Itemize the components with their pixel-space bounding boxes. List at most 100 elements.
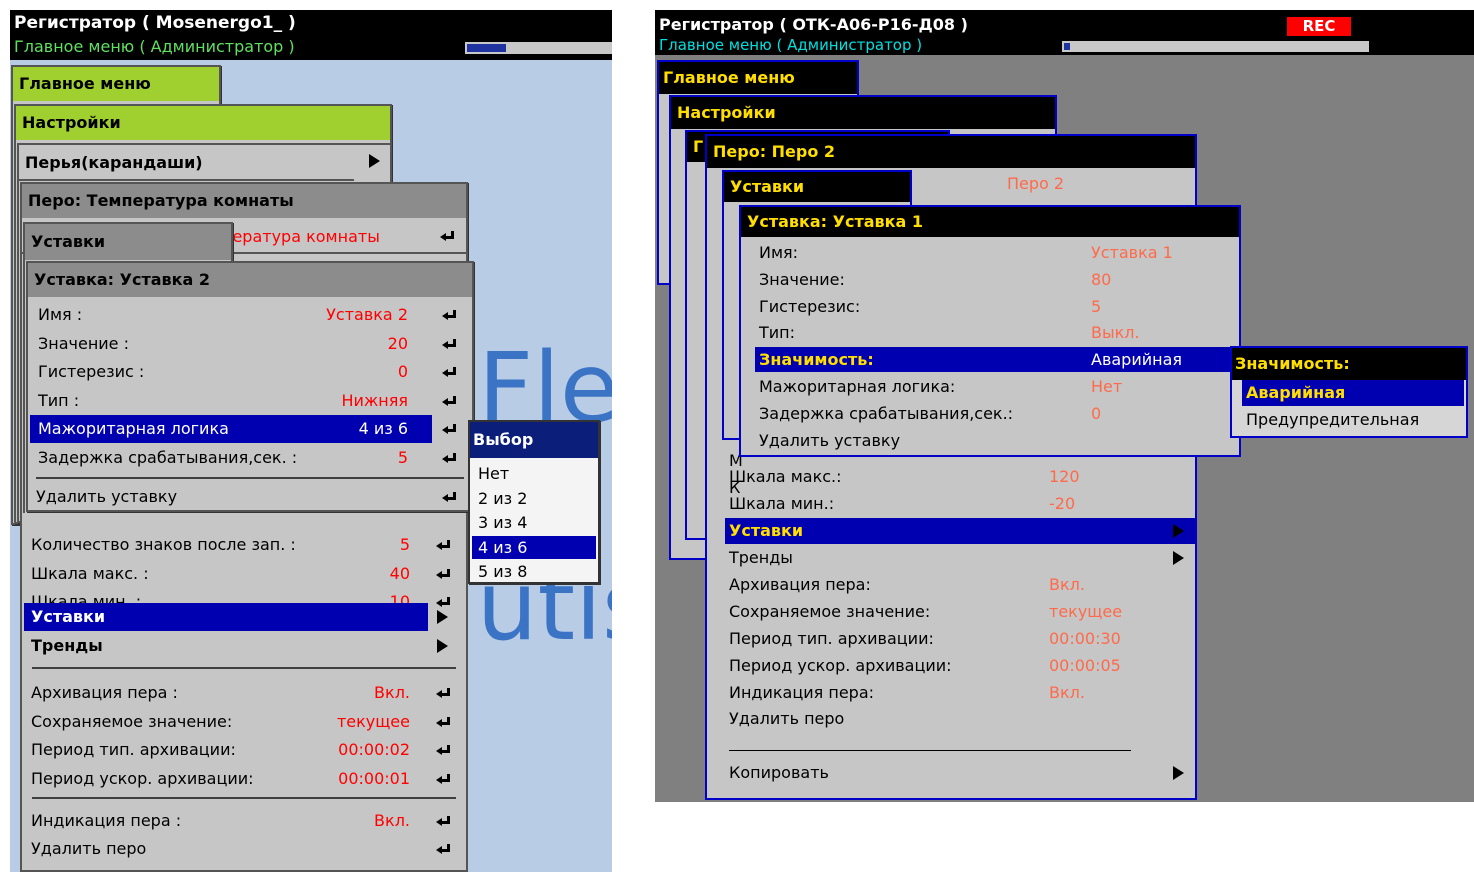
left-setpoint-row[interactable]: Гистерезис : 0 xyxy=(30,358,432,386)
right-pen-property-row[interactable]: Период ускор. архивации: 00:00:05 xyxy=(725,653,1195,679)
left-pen-property-row[interactable]: Сохраняемое значение: текущее xyxy=(22,708,466,736)
right-importance-option-label: Аварийная xyxy=(1246,383,1346,402)
right-recorder-screen: Регистратор ( ОТК-А06-Р16-Д08 ) Главное … xyxy=(655,10,1474,802)
left-choice-title: Выбор xyxy=(470,422,598,458)
left-choice-option-label: 3 из 4 xyxy=(478,513,528,532)
left-header: Регистратор ( Mosenergo1_ ) Главное меню… xyxy=(10,10,612,60)
left-setpoint-row[interactable]: Значение : 20 xyxy=(30,330,432,358)
right-setpoint-window: Уставка: Уставка 1 Имя: Уставка 1 Значение… xyxy=(739,205,1241,457)
left-submenu-trends-row[interactable]: Тренды xyxy=(24,632,428,660)
right-setpoint-row[interactable]: Имя: Уставка 1 xyxy=(755,240,1233,265)
left-choice-popup: Выбор Нет 2 из 2 3 из 4 4 из 6 5 из 8 xyxy=(468,420,600,584)
left-pen-property-row[interactable]: Индикация пера : Вкл. xyxy=(22,807,466,835)
right-pen-property-value: -20 xyxy=(1049,494,1076,513)
left-pen-property-value: Вкл. xyxy=(374,683,410,702)
left-header-subtitle: Главное меню ( Администратор ) xyxy=(14,37,295,56)
right-header: Регистратор ( ОТК-А06-Р16-Д08 ) Главное … xyxy=(655,10,1474,55)
left-pens-title[interactable]: Перья(карандаши) xyxy=(19,145,354,181)
left-submenu-setpoints-row[interactable]: Уставки xyxy=(24,603,428,631)
left-setpoint-title: Уставка: Уставка 2 xyxy=(28,263,472,297)
left-setpoints-title: Уставки xyxy=(25,224,231,260)
right-setpoint-row[interactable]: Значение: 80 xyxy=(755,267,1233,292)
enter-icon xyxy=(442,395,456,407)
left-pen-property-row[interactable]: Период ускор. архивации: 00:00:01 xyxy=(22,765,466,793)
right-setpoint-row[interactable]: Мажоритарная логика: Нет xyxy=(755,374,1233,399)
left-choice-option[interactable]: 3 из 4 xyxy=(472,511,596,534)
right-setpoint-row-label: Удалить уставку xyxy=(759,430,901,450)
right-importance-option[interactable]: Аварийная xyxy=(1242,380,1464,406)
left-choice-option[interactable]: 2 из 2 xyxy=(472,487,596,510)
left-setpoint-row-value: Нижняя xyxy=(341,390,408,410)
left-pen-property-row[interactable]: Архивация пера : Вкл. xyxy=(22,679,466,707)
right-pen-property-value: Вкл. xyxy=(1049,575,1085,594)
right-pen-property-row[interactable]: Сохраняемое значение: текущее xyxy=(725,599,1195,625)
right-pen-property-row[interactable]: Индикация пера: Вкл. xyxy=(725,680,1195,706)
right-pen-property-row[interactable]: Период тип. архивации: 00:00:30 xyxy=(725,626,1195,652)
left-delete-setpoint-row[interactable]: Удалить уставку xyxy=(28,483,472,511)
right-pen-property-label: Шкала мин.: xyxy=(729,494,835,513)
right-pen-property-row[interactable]: Архивация пера: Вкл. xyxy=(725,572,1195,598)
left-setpoint-row-value: 0 xyxy=(397,362,408,381)
right-setpoint-row[interactable]: Тип: Выкл. xyxy=(755,320,1233,345)
left-setpoint-row[interactable]: Задержка срабатывания,сек. :5 xyxy=(30,444,432,472)
left-choice-option[interactable]: 4 из 6 xyxy=(472,535,596,559)
enter-icon xyxy=(442,452,456,464)
right-setpoint-row-value: 0 xyxy=(1091,403,1102,423)
right-pen-property-row[interactable]: Шкала макс.: 120 xyxy=(725,464,1195,490)
right-pen-separator xyxy=(729,750,1131,751)
right-pen-property-value: 00:00:05 xyxy=(1049,656,1121,675)
right-setpoints-title: Уставки xyxy=(724,172,910,202)
right-setpoint-row-value: Выкл. xyxy=(1091,323,1140,343)
left-pen-property-row[interactable]: Количество знаков после зап. :5 xyxy=(22,531,466,559)
right-delete-pen-row[interactable]: Удалить перо xyxy=(725,706,1195,732)
right-submenu-trends-row[interactable]: Тренды xyxy=(725,545,1195,571)
right-importance-option[interactable]: Предупредительная xyxy=(1242,407,1464,433)
enter-icon xyxy=(442,338,456,350)
right-pen-property-label: Архивация пера: xyxy=(729,575,871,594)
right-setpoint-row[interactable]: Значимость: Аварийная xyxy=(755,347,1233,373)
enter-icon xyxy=(442,424,456,435)
right-rec-indicator: REC xyxy=(1287,17,1351,36)
right-copy-arrow-icon xyxy=(1173,766,1184,780)
left-pen-property-value: 00:00:02 xyxy=(338,740,410,759)
enter-icon xyxy=(436,716,450,728)
left-choice-option-label: 2 из 2 xyxy=(478,488,528,508)
right-pen-property-value: 00:00:30 xyxy=(1049,629,1121,648)
right-setpoint-row-value: Уставка 1 xyxy=(1091,243,1173,262)
left-choice-option[interactable]: Нет xyxy=(472,462,596,485)
enter-icon xyxy=(436,688,450,699)
right-importance-title: Значимость: xyxy=(1232,348,1466,380)
enter-icon xyxy=(442,310,456,321)
left-pen-property-value: текущее xyxy=(336,711,410,731)
right-submenu-setpoints-row[interactable]: Уставки xyxy=(725,518,1195,544)
left-pen-property-row[interactable]: Период тип. архивации: 00:00:02 xyxy=(22,736,466,764)
left-setpoint-row-label: Гистерезис : xyxy=(38,362,145,381)
enter-icon xyxy=(436,773,450,785)
right-setpoint-row[interactable]: Гистерезис: 5 xyxy=(755,294,1233,319)
right-pen-property-value: Вкл. xyxy=(1049,683,1085,702)
right-pen-property-row[interactable]: Шкала мин.: -20 xyxy=(725,491,1195,517)
left-trends-arrow-icon xyxy=(437,639,448,653)
right-setpoint-row[interactable]: Задержка срабатывания,сек.: 0 xyxy=(755,401,1233,426)
right-trends-arrow-icon xyxy=(1173,551,1184,565)
right-setpoint-row[interactable]: Удалить уставку xyxy=(755,428,1233,453)
left-setpoint-row[interactable]: Тип : Нижняя xyxy=(30,387,432,415)
right-setpoint-row-label: Гистерезис: xyxy=(759,296,861,316)
left-pens-arrow-icon xyxy=(369,154,380,168)
left-pen-property-value: 5 xyxy=(399,535,410,554)
left-setpoint-window: Уставка: Уставка 2 Имя : Уставка 2 Значени… xyxy=(26,261,474,512)
right-setpoint-row-label: Мажоритарная логика: xyxy=(759,377,956,396)
left-progress-bar xyxy=(465,42,612,54)
left-choice-option[interactable]: 5 из 8 xyxy=(472,560,596,583)
left-setpoint-row[interactable]: Мажоритарная логика 4 из 6 xyxy=(30,415,432,443)
left-delete-pen-row[interactable]: Удалить перо xyxy=(22,835,466,863)
right-importance-popup: Значимость: Аварийная Предупредительная xyxy=(1230,346,1468,438)
enter-icon xyxy=(442,492,456,503)
left-setpoint-row[interactable]: Имя : Уставка 2 xyxy=(30,301,432,329)
right-copy-row[interactable]: Копировать xyxy=(725,760,1195,786)
left-pen-property-row[interactable]: Шкала макс. : 40 xyxy=(22,560,466,588)
right-header-title: Регистратор ( ОТК-А06-Р16-Д08 ) xyxy=(659,15,968,34)
left-pen-property-value: 40 xyxy=(389,563,410,583)
enter-icon xyxy=(436,816,450,827)
left-pen-property-value: 00:00:01 xyxy=(338,768,410,788)
